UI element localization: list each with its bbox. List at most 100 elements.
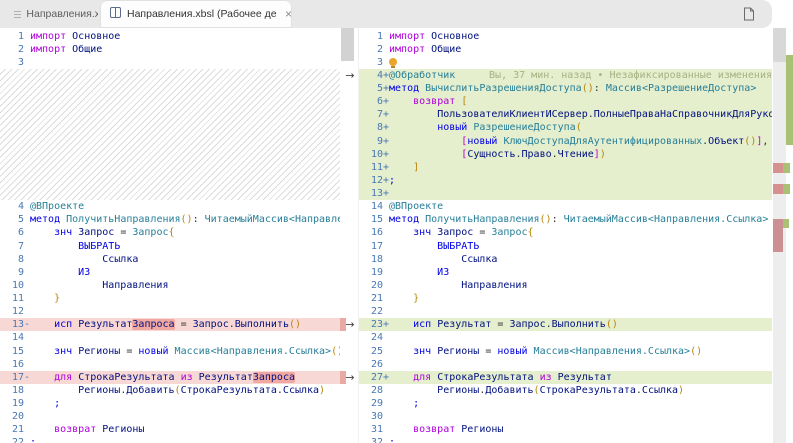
code-line[interactable]: 5метод ПолучитьНаправления(): ЧитаемыйМа…: [0, 213, 340, 226]
code-line[interactable]: 29 ;: [359, 397, 772, 410]
code-line[interactable]: 6+ возврат [: [359, 95, 772, 108]
line-number: 21: [359, 292, 389, 305]
code-line[interactable]: 18 Регионы.Добавить(СтрокаРезультата.Ссы…: [0, 384, 340, 397]
line-number: 15: [0, 345, 30, 358]
line-number: 1: [359, 30, 389, 43]
overview-ruler-mark: [783, 219, 789, 228]
code-line[interactable]: 16: [0, 358, 340, 371]
code-line[interactable]: 1импорт Основное: [359, 30, 772, 43]
code-text: импорт Общие: [389, 43, 772, 56]
code-text: знч Регионы = новый Массив<Направления.С…: [30, 345, 340, 358]
code-line[interactable]: 12: [0, 305, 340, 318]
code-line[interactable]: 19 ИЗ: [359, 266, 772, 279]
code-line[interactable]: 15метод ПолучитьНаправления(): ЧитаемыйМ…: [359, 213, 772, 226]
right-scrollbar[interactable]: [772, 28, 793, 443]
line-number: 32: [359, 436, 389, 443]
code-line[interactable]: 9 ИЗ: [0, 266, 340, 279]
code-line[interactable]: 11 }: [0, 292, 340, 305]
diff-editor: 1импорт Основное2импорт Общие34@ВПроекте…: [0, 28, 793, 443]
line-number: 19: [359, 266, 389, 279]
overview-ruler-mark: [773, 219, 783, 252]
line-number: 20: [359, 279, 389, 292]
lightbulb-icon[interactable]: [389, 58, 397, 66]
code-line[interactable]: 18 Ссылка: [359, 253, 772, 266]
code-line[interactable]: 10+ [Сущность.Право.Чтение]): [359, 148, 772, 161]
code-line[interactable]: 21 возврат Регионы: [0, 423, 340, 436]
line-number: 25: [359, 345, 389, 358]
code-line[interactable]: 17 ВЫБРАТЬ: [359, 240, 772, 253]
code-line[interactable]: 3: [359, 56, 772, 69]
code-line[interactable]: 3: [0, 56, 340, 69]
code-line[interactable]: 9+ [новый КлючДоступаДляАутентифицирован…: [359, 135, 772, 148]
code-line[interactable]: 21 }: [359, 292, 772, 305]
code-line[interactable]: 24: [359, 331, 772, 344]
diff-pane-modified[interactable]: 1импорт Основное2импорт Общие34+@Обработ…: [358, 28, 772, 443]
code-line[interactable]: 2импорт Общие: [0, 43, 340, 56]
overview-ruler-mark: [783, 163, 790, 173]
overview-ruler-mark: [773, 184, 783, 194]
code-text: [389, 331, 772, 344]
line-number: 6+: [359, 95, 389, 108]
code-line[interactable]: 22: [359, 305, 772, 318]
line-number: 29: [359, 397, 389, 410]
code-line[interactable]: 31 возврат Регионы: [359, 423, 772, 436]
line-number: 23+: [359, 318, 389, 331]
file-lines-icon: [14, 9, 21, 20]
code-line[interactable]: 8+ новый РазрешениеДоступа(: [359, 121, 772, 134]
tab-working-tree-diff[interactable]: Направления.xbsl (Рабочее дерево) ×: [100, 0, 292, 28]
code-line[interactable]: 19 ;: [0, 397, 340, 410]
code-line[interactable]: 22;: [0, 436, 340, 443]
line-number: 1: [0, 30, 30, 43]
code-line[interactable]: 12+;: [359, 174, 772, 187]
diff-filler-hatch: [0, 69, 340, 200]
code-text: импорт Основное: [30, 30, 340, 43]
code-line[interactable]: 32;: [359, 436, 772, 443]
open-file-button[interactable]: [738, 4, 760, 24]
scrollbar-thumb[interactable]: [773, 28, 786, 62]
line-number: 3: [359, 56, 389, 69]
code-text: метод ВычислитьРазрешенияДоступа(): Масс…: [389, 82, 772, 95]
code-line[interactable]: 26: [359, 358, 772, 371]
code-line[interactable]: 10 Направления: [0, 279, 340, 292]
code-line[interactable]: 15 знч Регионы = новый Массив<Направлени…: [0, 345, 340, 358]
code-text: Ссылка: [30, 253, 340, 266]
code-line[interactable]: 2импорт Общие: [359, 43, 772, 56]
line-number: 15: [359, 213, 389, 226]
code-line[interactable]: 14@ВПроекте: [359, 200, 772, 213]
left-scrollbar-thumb[interactable]: [341, 28, 354, 61]
code-line[interactable]: 13+: [359, 187, 772, 200]
code-line[interactable]: 25 знч Регионы = новый Массив<Направлени…: [359, 345, 772, 358]
code-line[interactable]: 17- для СтрокаРезультата из РезультатЗап…: [0, 371, 340, 384]
deleted-line-marker: [340, 318, 346, 331]
code-line[interactable]: 27+ для СтрокаРезультата из Результат: [359, 371, 772, 384]
code-text: Регионы.Добавить(СтрокаРезультата.Ссылка…: [30, 384, 340, 397]
code-line[interactable]: 20: [0, 410, 340, 423]
code-line[interactable]: 13- исп РезультатЗапроса = Запрос.Выполн…: [0, 318, 340, 331]
code-text: @ВПроекте: [30, 200, 340, 213]
code-text: [389, 56, 772, 69]
document-icon: [743, 7, 755, 21]
code-line[interactable]: 28 Регионы.Добавить(СтрокаРезультата.Ссы…: [359, 384, 772, 397]
code-line[interactable]: 23+ исп Результат = Запрос.Выполнить(): [359, 318, 772, 331]
code-line[interactable]: 4+@ОбработчикВы, 37 мин. назад • Незафик…: [359, 69, 772, 82]
code-line[interactable]: 14: [0, 331, 340, 344]
code-line[interactable]: 11+ ]: [359, 161, 772, 174]
code-line[interactable]: 7+ ПользователиКлиентИСервер.ПолныеПрава…: [359, 108, 772, 121]
code-line[interactable]: 20 Направления: [359, 279, 772, 292]
code-text: ;: [30, 436, 340, 443]
code-line[interactable]: 5+метод ВычислитьРазрешенияДоступа(): Ма…: [359, 82, 772, 95]
code-line[interactable]: 16 знч Запрос = Запрос{: [359, 226, 772, 239]
code-text: знч Запрос = Запрос{: [389, 226, 772, 239]
code-line[interactable]: 7 ВЫБРАТЬ: [0, 240, 340, 253]
diff-editor-window: Направления.xbsl Направления.xbsl (Рабоч…: [0, 0, 793, 443]
tab-file[interactable]: Направления.xbsl: [0, 0, 98, 28]
diff-pane-original[interactable]: 1импорт Основное2импорт Общие3 4@ВПроекте…: [0, 28, 340, 443]
code-line[interactable]: 30: [359, 410, 772, 423]
code-line[interactable]: 1импорт Основное: [0, 30, 340, 43]
code-line[interactable]: 8 Ссылка: [0, 253, 340, 266]
diff-change-arrow-icon[interactable]: →: [342, 69, 358, 82]
code-line[interactable]: 6 знч Запрос = Запрос{: [0, 226, 340, 239]
close-icon[interactable]: ×: [285, 8, 292, 20]
line-number: 16: [359, 226, 389, 239]
code-line[interactable]: 4@ВПроекте: [0, 200, 340, 213]
